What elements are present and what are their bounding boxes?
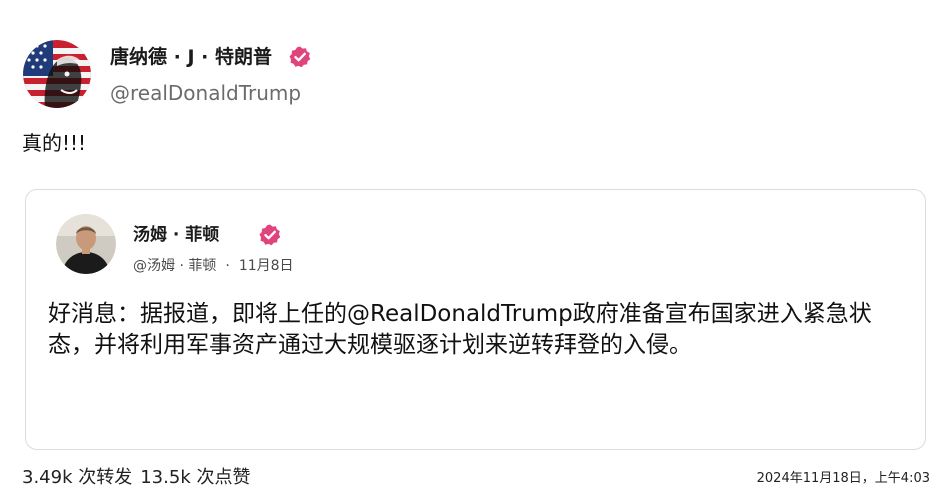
quoted-author-name[interactable]: 汤姆 · 菲顿 (133, 223, 219, 247)
quoted-post-card[interactable]: 汤姆 · 菲顿 @汤姆 · 菲顿 · 11月8日 好消息：据报道，即将上任的@Rea… (25, 189, 926, 450)
post-card: 唐纳德 · J · 特朗普 @realDonaldTrump 真的!!! 汤姆 … (0, 0, 940, 493)
quoted-author-handle[interactable]: @汤姆 · 菲顿 (133, 258, 216, 274)
engagement-stats: 3.49k 次转发 13.5k 次点赞 (22, 466, 250, 490)
author-name[interactable]: 唐纳德 · J · 特朗普 (110, 44, 272, 70)
quoted-author-avatar[interactable] (56, 214, 116, 274)
verified-badge-icon (258, 223, 282, 247)
quoted-post-date[interactable]: 11月8日 (239, 258, 294, 274)
repost-count[interactable]: 3.49k 次转发 (22, 467, 132, 488)
like-count[interactable]: 13.5k 次点赞 (140, 467, 250, 488)
author-avatar[interactable] (23, 40, 91, 108)
post-text: 真的!!! (22, 131, 87, 155)
post-timestamp[interactable]: 2024年11月18日，上午4:03 (757, 469, 930, 489)
verified-badge-icon (288, 45, 312, 69)
quoted-post-meta: @汤姆 · 菲顿 · 11月8日 (133, 256, 294, 276)
meta-separator: · (225, 258, 230, 274)
author-handle[interactable]: @realDonaldTrump (110, 80, 301, 106)
quoted-post-text: 好消息：据报道，即将上任的@RealDonaldTrump政府准备宣布国家进入紧… (48, 301, 872, 358)
